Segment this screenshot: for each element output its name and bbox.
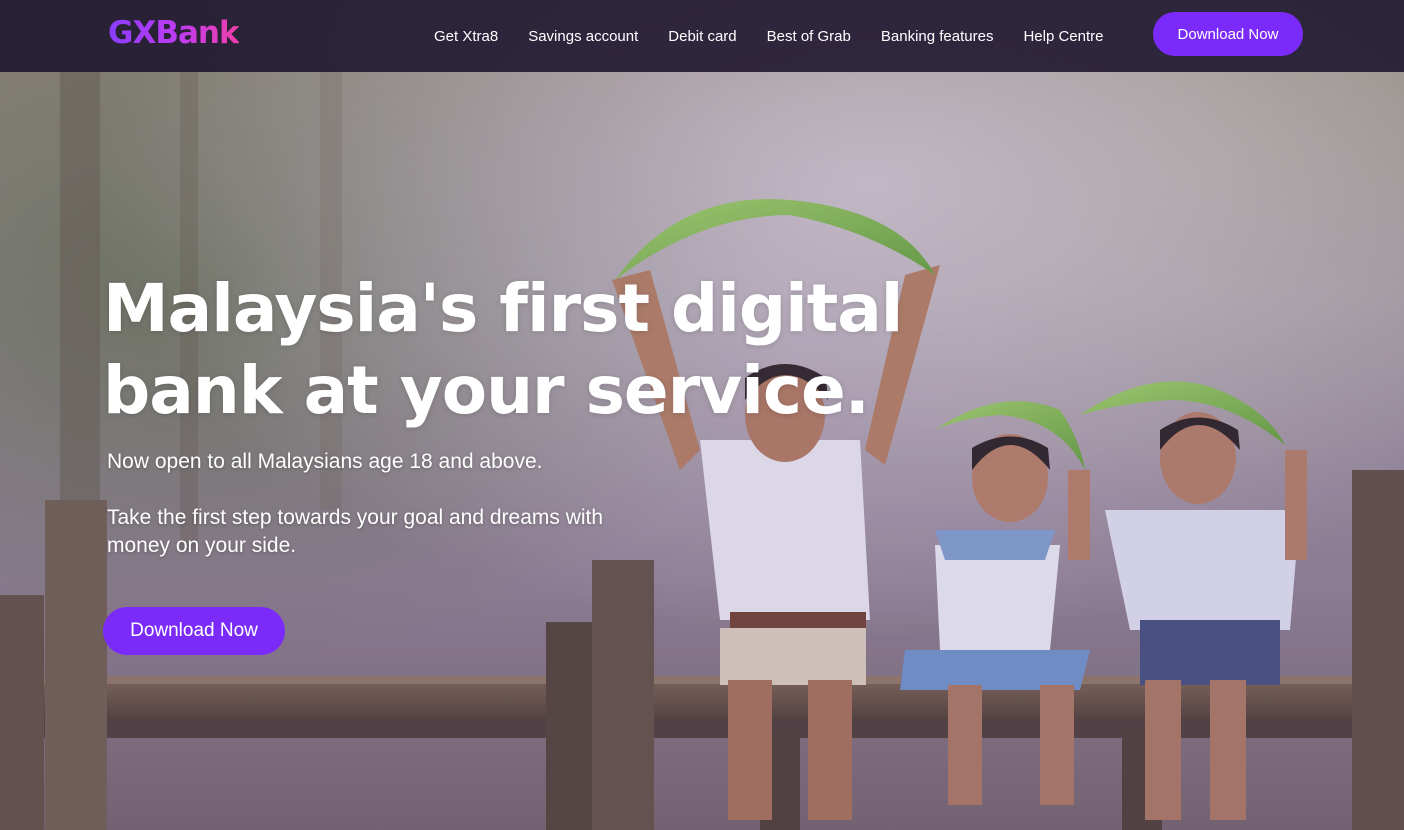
nav-link-debit-card[interactable]: Debit card [668, 28, 736, 45]
nav-link-banking-features[interactable]: Banking features [881, 28, 994, 45]
nav-link-savings-account[interactable]: Savings account [528, 28, 638, 45]
page: GXBank Get Xtra8 Savings account Debit c… [0, 0, 1404, 830]
hero-title: Malaysia's first digital bank at your se… [103, 268, 903, 432]
hero-title-line-1: Malaysia's first digital [103, 270, 903, 347]
nav-links: Get Xtra8 Savings account Debit card Bes… [420, 0, 1134, 72]
nav-download-now-button[interactable]: Download Now [1153, 12, 1303, 56]
hero-subtitle-tagline: Take the first step towards your goal an… [107, 506, 604, 557]
hero-download-now-button[interactable]: Download Now [103, 607, 285, 655]
nav-link-get-xtra8[interactable]: Get Xtra8 [434, 28, 498, 45]
hero-subtitle-eligibility: Now open to all Malaysians age 18 and ab… [107, 450, 543, 473]
gxbank-logo[interactable]: GXBank [108, 14, 240, 52]
nav-link-help-centre[interactable]: Help Centre [1023, 28, 1103, 45]
nav-link-best-of-grab[interactable]: Best of Grab [767, 28, 851, 45]
top-navbar: GXBank Get Xtra8 Savings account Debit c… [0, 0, 1404, 72]
hero-title-line-2: bank at your service. [103, 352, 870, 429]
